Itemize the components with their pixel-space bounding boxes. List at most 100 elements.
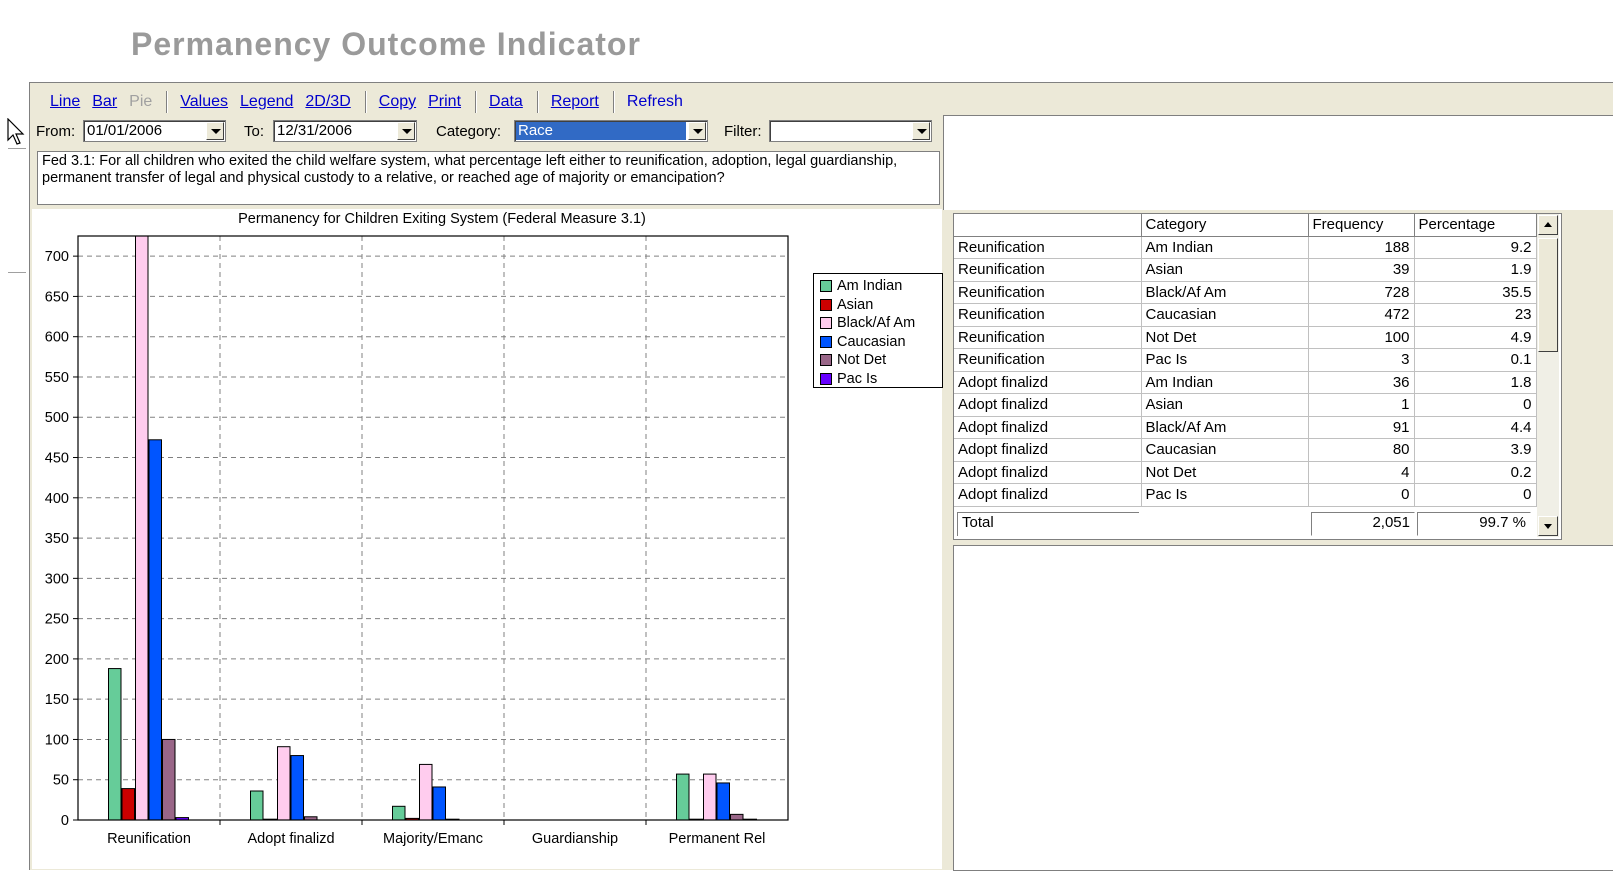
copy-button[interactable]: Copy [379, 93, 416, 111]
percentage-cell: 35.5 [1414, 281, 1536, 304]
bar [677, 774, 690, 820]
y-tick-label: 0 [61, 813, 69, 829]
from-date-value: 01/01/2006 [87, 122, 162, 139]
legend-swatch [820, 317, 832, 329]
table-row[interactable]: ReunificationBlack/Af Am72835.5 [954, 281, 1536, 304]
percentage-cell: 4.4 [1414, 416, 1536, 439]
pie-chart-button[interactable]: Pie [129, 93, 152, 111]
y-tick-label: 550 [45, 370, 69, 386]
category-select[interactable]: Race [514, 120, 708, 142]
percentage-cell: 0 [1414, 484, 1536, 507]
report-button[interactable]: Report [551, 93, 599, 111]
outcome-cell: Reunification [954, 236, 1141, 259]
x-category-label: Permanent Rel [669, 831, 766, 847]
frequency-cell: 80 [1308, 439, 1414, 462]
left-margin-mark [8, 272, 26, 273]
measure-description: Fed 3.1: For all children who exited the… [37, 151, 940, 205]
chevron-down-icon[interactable] [688, 122, 706, 140]
scroll-down-button[interactable] [1538, 516, 1558, 536]
refresh-button[interactable]: Refresh [627, 93, 683, 111]
y-tick-label: 150 [45, 692, 69, 708]
legend-swatch [820, 280, 832, 292]
legend-item: Not Det [820, 351, 942, 370]
table-row[interactable]: Adopt finalizdBlack/Af Am914.4 [954, 416, 1536, 439]
y-tick-label: 400 [45, 491, 69, 507]
table-row[interactable]: Adopt finalizdAsian10 [954, 394, 1536, 417]
scroll-thumb[interactable] [1538, 238, 1558, 352]
data-grid[interactable]: Category Frequency Percentage Reunificat… [953, 213, 1562, 540]
category-label: Category: [436, 123, 501, 140]
legend-item: Asian [820, 296, 942, 315]
outcome-cell: Adopt finalizd [954, 394, 1141, 417]
legend-item: Caucasian [820, 333, 942, 352]
from-date-select[interactable]: 01/01/2006 [83, 120, 226, 142]
frequency-cell: 1 [1308, 394, 1414, 417]
legend-label: Asian [837, 297, 873, 313]
table-row[interactable]: Adopt finalizdNot Det40.2 [954, 461, 1536, 484]
values-button[interactable]: Values [180, 93, 228, 111]
column-header[interactable] [954, 214, 1141, 236]
to-date-value: 12/31/2006 [277, 122, 352, 139]
table-row[interactable]: ReunificationCaucasian47223 [954, 304, 1536, 327]
column-header[interactable]: Frequency [1308, 214, 1414, 236]
to-date-select[interactable]: 12/31/2006 [273, 120, 417, 142]
outcome-cell: Reunification [954, 304, 1141, 327]
frequency-cell: 36 [1308, 371, 1414, 394]
chevron-down-icon[interactable] [912, 122, 930, 140]
mouse-cursor-icon [6, 118, 28, 148]
legend-button[interactable]: Legend [240, 93, 293, 111]
category-cell: Not Det [1141, 461, 1308, 484]
y-tick-label: 700 [45, 249, 69, 265]
2d-3d-button[interactable]: 2D/3D [305, 93, 350, 111]
outcome-cell: Reunification [954, 326, 1141, 349]
table-header-row: Category Frequency Percentage [954, 214, 1536, 236]
y-tick-label: 600 [45, 330, 69, 346]
to-label: To: [244, 123, 264, 140]
toolbar-separator [475, 91, 477, 113]
column-header[interactable]: Category [1141, 214, 1308, 236]
table-row[interactable]: Adopt finalizdCaucasian803.9 [954, 439, 1536, 462]
percentage-cell: 4.9 [1414, 326, 1536, 349]
table-row[interactable]: ReunificationNot Det1004.9 [954, 326, 1536, 349]
chevron-down-icon[interactable] [206, 122, 224, 140]
frequency-cell: 0 [1308, 484, 1414, 507]
y-tick-label: 100 [45, 732, 69, 748]
print-button[interactable]: Print [428, 93, 461, 111]
percentage-cell: 0.2 [1414, 461, 1536, 484]
bar [291, 756, 304, 820]
filter-select[interactable] [769, 120, 932, 142]
bar [251, 791, 264, 820]
frequency-cell: 472 [1308, 304, 1414, 327]
chart-legend: Am Indian Asian Black/Af Am Caucasian No… [813, 273, 943, 388]
table-row[interactable]: Adopt finalizdAm Indian361.8 [954, 371, 1536, 394]
chevron-down-icon[interactable] [397, 122, 415, 140]
category-value: Race [518, 122, 553, 139]
bar-chart-button[interactable]: Bar [92, 93, 117, 111]
bar [136, 234, 149, 820]
line-chart-button[interactable]: Line [50, 93, 80, 111]
scroll-up-button[interactable] [1538, 215, 1558, 235]
table-row[interactable]: ReunificationAsian391.9 [954, 259, 1536, 282]
outcome-cell: Reunification [954, 281, 1141, 304]
table-row[interactable]: ReunificationAm Indian1889.2 [954, 236, 1536, 259]
column-header[interactable]: Percentage [1414, 214, 1536, 236]
percentage-cell: 3.9 [1414, 439, 1536, 462]
table-row[interactable]: ReunificationPac Is30.1 [954, 349, 1536, 372]
toolbar: Line Bar Pie Values Legend 2D/3D Copy Pr… [50, 91, 695, 113]
category-cell: Am Indian [1141, 236, 1308, 259]
table-row[interactable]: Adopt finalizdPac Is00 [954, 484, 1536, 507]
y-tick-label: 50 [53, 773, 69, 789]
category-cell: Black/Af Am [1141, 416, 1308, 439]
frequency-cell: 188 [1308, 236, 1414, 259]
x-category-label: Adopt finalizd [247, 831, 334, 847]
bar [704, 774, 717, 820]
left-margin-mark [8, 148, 26, 149]
outcome-cell: Adopt finalizd [954, 371, 1141, 394]
toolbar-separator [537, 91, 539, 113]
vertical-scrollbar[interactable] [1537, 214, 1559, 537]
category-cell: Pac Is [1141, 349, 1308, 372]
data-button[interactable]: Data [489, 93, 523, 111]
y-tick-label: 200 [45, 652, 69, 668]
legend-label: Black/Af Am [837, 315, 915, 331]
frequency-cell: 4 [1308, 461, 1414, 484]
